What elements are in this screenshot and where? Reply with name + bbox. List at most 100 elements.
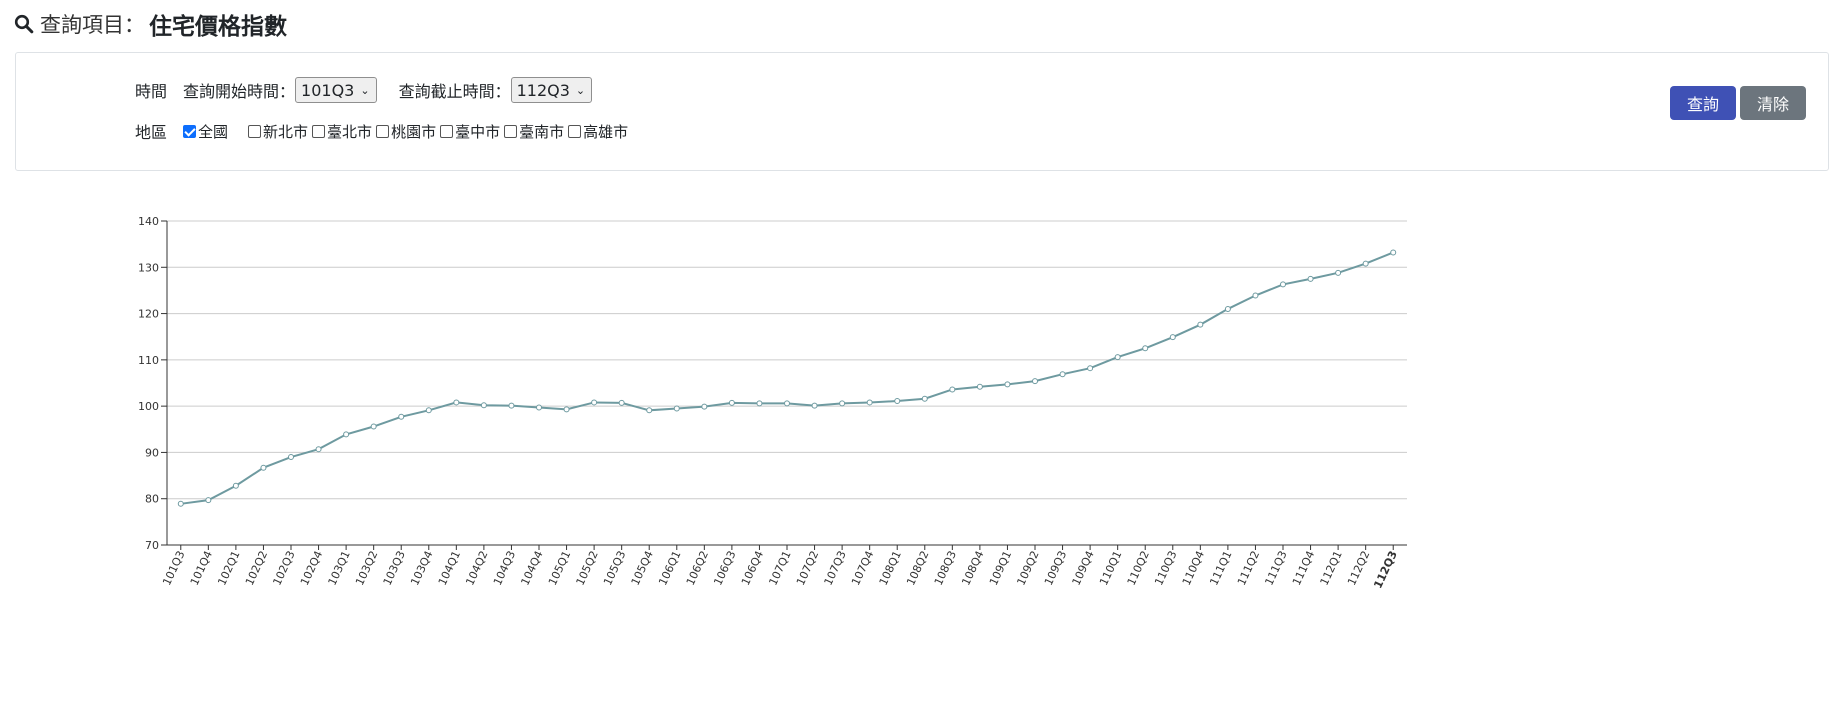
- chevron-down-icon: ⌄: [360, 83, 370, 97]
- query-button[interactable]: 查詢: [1670, 86, 1736, 120]
- data-point: [1059, 371, 1066, 378]
- x-tick-label: 106Q4: [739, 549, 766, 588]
- data-point: [1114, 354, 1121, 361]
- region-checkbox[interactable]: 臺南市: [504, 121, 564, 142]
- series-line: [180, 251, 1394, 505]
- checkbox-icon[interactable]: [440, 124, 454, 138]
- query-item-label: 查詢項目：: [40, 13, 145, 37]
- x-tick-label: 107Q3: [822, 549, 849, 588]
- x-tick-label: 103Q3: [381, 549, 408, 588]
- time-filter-row: 時間 查詢開始時間： 101Q3 ⌄ 查詢截止時間： 112Q3 ⌄: [135, 77, 593, 103]
- checkbox-icon[interactable]: [376, 124, 390, 138]
- end-time-label: 查詢截止時間：: [398, 82, 511, 101]
- x-tick-label: 102Q4: [298, 549, 325, 588]
- data-point: [756, 400, 763, 407]
- x-tick-label: 110Q2: [1125, 549, 1152, 588]
- y-tick-label: 130: [138, 261, 159, 274]
- data-point: [866, 399, 873, 406]
- data-point: [839, 400, 846, 407]
- data-point: [646, 407, 653, 414]
- x-tick-label: 103Q4: [408, 549, 435, 588]
- x-tick-label: 104Q4: [518, 549, 545, 588]
- data-point: [315, 446, 322, 453]
- x-tick-label: 106Q1: [656, 549, 683, 588]
- region-checkbox-label: 全國: [198, 122, 229, 141]
- data-point: [728, 399, 735, 406]
- region-checkbox[interactable]: 新北市: [248, 121, 308, 142]
- region-checkbox-label: 桃園市: [391, 122, 437, 141]
- checkbox-checked-icon[interactable]: [183, 124, 197, 138]
- filter-panel: 時間 查詢開始時間： 101Q3 ⌄ 查詢截止時間： 112Q3 ⌄ 地區 全國…: [15, 52, 1829, 171]
- x-tick-label: 103Q2: [353, 549, 380, 588]
- data-point: [1335, 269, 1342, 276]
- clear-button[interactable]: 清除: [1740, 86, 1806, 120]
- x-tick-label: 108Q4: [959, 549, 986, 588]
- time-label: 時間: [135, 82, 168, 101]
- x-tick-label: 109Q4: [1070, 549, 1097, 588]
- region-checkbox[interactable]: 高雄市: [568, 121, 628, 142]
- data-point: [894, 398, 901, 405]
- x-tick-label: 111Q4: [1290, 549, 1317, 588]
- region-checkbox[interactable]: 桃園市: [376, 121, 436, 142]
- region-filter-row: 地區 全國 新北市 臺北市 桃園市 臺中市 臺南市 高雄市: [135, 119, 632, 143]
- region-label: 地區: [135, 123, 168, 142]
- data-point: [1362, 260, 1369, 267]
- y-tick-label: 120: [138, 308, 159, 321]
- x-tick-label: 110Q1: [1097, 549, 1124, 588]
- data-point: [949, 386, 956, 393]
- x-tick-label: 107Q1: [766, 549, 793, 588]
- page-title: 住宅價格指數: [149, 14, 287, 40]
- x-tick-label: 108Q2: [904, 549, 931, 588]
- region-checkbox-label: 臺北市: [327, 122, 373, 141]
- data-point: [701, 403, 708, 410]
- x-tick-label: 110Q3: [1152, 549, 1179, 588]
- region-checkbox-label: 臺中市: [455, 122, 501, 141]
- x-tick-label: 104Q2: [463, 549, 490, 588]
- x-tick-label: 110Q4: [1180, 549, 1207, 588]
- data-point: [1307, 275, 1314, 282]
- data-point: [618, 399, 625, 406]
- region-checkbox-label: 新北市: [263, 122, 309, 141]
- data-point: [563, 406, 570, 413]
- data-point: [1197, 321, 1204, 328]
- x-tick-label: 107Q4: [849, 549, 876, 588]
- data-point: [811, 402, 818, 409]
- start-time-select[interactable]: 101Q3 ⌄: [295, 77, 377, 103]
- x-tick-label: 106Q3: [711, 549, 738, 588]
- region-checkbox[interactable]: 臺北市: [312, 121, 372, 142]
- x-tick-label: 109Q2: [1014, 549, 1041, 588]
- region-checkbox-label: 臺南市: [519, 122, 565, 141]
- x-tick-label: 108Q1: [877, 549, 904, 588]
- x-tick-label: 105Q4: [629, 549, 656, 588]
- data-point: [921, 395, 928, 402]
- start-time-value: 101Q3: [301, 80, 355, 100]
- x-tick-label: 101Q3: [160, 549, 187, 588]
- y-tick-label: 70: [145, 539, 159, 552]
- end-time-value: 112Q3: [516, 80, 570, 100]
- x-tick-label: 104Q1: [436, 549, 463, 588]
- data-point: [784, 400, 790, 407]
- region-checkbox[interactable]: 全國: [183, 121, 228, 142]
- data-point: [1142, 345, 1149, 352]
- region-checkbox[interactable]: 臺中市: [440, 121, 500, 142]
- chevron-down-icon: ⌄: [575, 83, 586, 97]
- data-point: [673, 405, 680, 412]
- x-tick-label: 105Q2: [574, 549, 601, 588]
- y-tick-label: 100: [138, 400, 159, 413]
- y-tick-label: 140: [138, 215, 159, 228]
- checkbox-icon[interactable]: [504, 124, 518, 138]
- checkbox-icon[interactable]: [312, 124, 326, 138]
- data-point: [260, 464, 267, 471]
- x-tick-label: 102Q2: [243, 549, 270, 588]
- search-icon: [14, 14, 34, 34]
- data-point: [1224, 305, 1231, 312]
- x-tick-label: 112Q2: [1345, 549, 1372, 588]
- region-checkbox-label: 高雄市: [583, 122, 629, 141]
- end-time-select[interactable]: 112Q3 ⌄: [510, 77, 593, 103]
- checkbox-icon[interactable]: [248, 124, 262, 138]
- x-tick-label: 111Q2: [1235, 549, 1262, 588]
- data-point: [508, 402, 515, 409]
- x-tick-label: 106Q2: [684, 549, 711, 588]
- x-tick-label: 112Q3: [1371, 549, 1400, 591]
- checkbox-icon[interactable]: [568, 124, 582, 138]
